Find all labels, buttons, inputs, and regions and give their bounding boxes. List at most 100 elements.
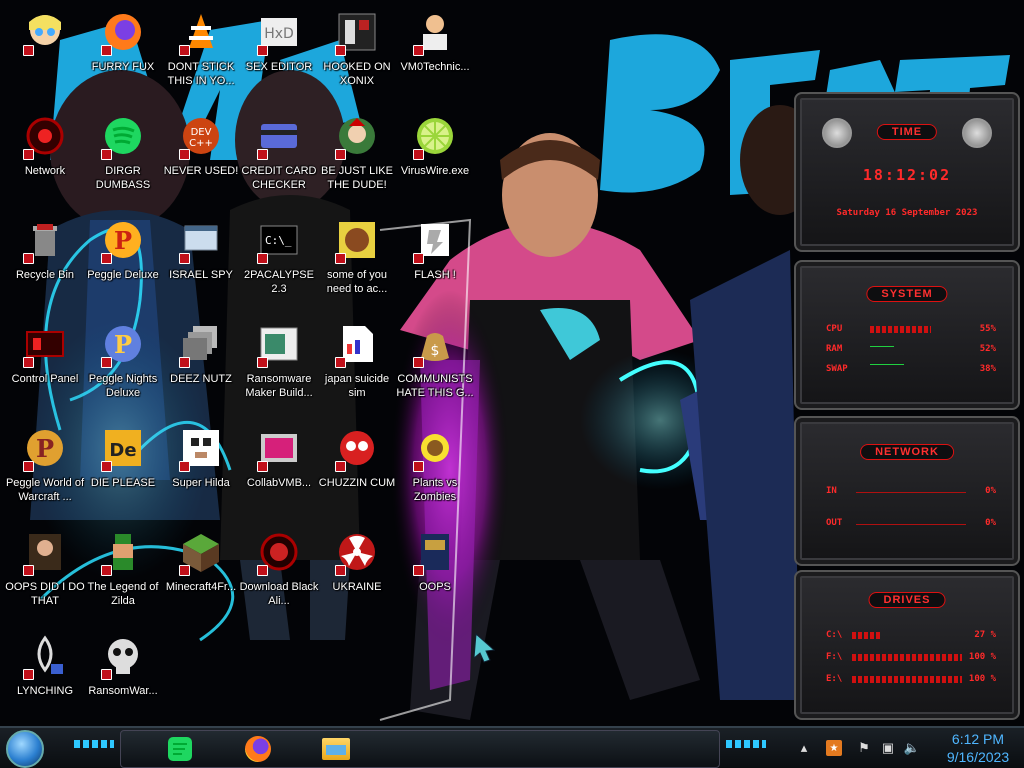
pinned-green-app-button[interactable] <box>160 730 200 768</box>
desktop-icon[interactable]: DEV C++ NEVER USED! <box>162 108 240 208</box>
drive-c-label: C:\ <box>826 630 843 640</box>
desktop-icon-label: NEVER USED! <box>163 165 239 177</box>
desktop-icon[interactable]: P Peggle Nights Deluxe <box>84 316 162 416</box>
desktop-icon[interactable]: Recycle Bin <box>6 212 84 312</box>
desktop-icon[interactable]: FLASH ! <box>396 212 474 312</box>
desktop-icon[interactable]: Control Panel <box>6 316 84 416</box>
beaver-icon <box>335 218 379 264</box>
desktop-icon-label: Ransomware Maker Build... <box>245 373 313 399</box>
desktop-icon[interactable]: japan suicide sim <box>318 316 396 416</box>
clock-time: 6:12 PM <box>951 731 1005 747</box>
desktop-icon[interactable]: CollabVMB... <box>240 420 318 520</box>
app-tray-icon[interactable]: ★ <box>826 740 842 756</box>
desktop-icon[interactable]: ISRAEL SPY <box>162 212 240 312</box>
drive-e-value: 100 % <box>968 674 996 684</box>
desktop-icon-label: Minecraft4Fr... <box>165 581 237 593</box>
shortcut-arrow-icon <box>179 253 190 264</box>
desktop-icon[interactable]: VirusWire.exe <box>396 108 474 208</box>
desktop-icon-label: The Legend of Zilda <box>87 581 159 607</box>
desktop-icon[interactable]: Plants vs Zombies <box>396 420 474 520</box>
desktop-icon[interactable]: P Peggle Deluxe <box>84 212 162 312</box>
shortcut-arrow-icon <box>179 149 190 160</box>
desktop-icon[interactable]: FURRY FUX <box>84 4 162 104</box>
desktop-icon[interactable]: Ransomware Maker Build... <box>240 316 318 416</box>
doctor-icon <box>413 10 457 56</box>
desktop-icon[interactable]: UKRAINE <box>318 524 396 624</box>
desktop-icon[interactable]: HOOKED ON XONIX <box>318 4 396 104</box>
show-hidden-icons-button[interactable]: ▴ <box>796 740 812 756</box>
net-in-graph <box>856 492 966 493</box>
spy-window-icon <box>179 218 223 264</box>
desktop-icon[interactable]: The Legend of Zilda <box>84 524 162 624</box>
network-orb-icon <box>23 114 67 160</box>
desktop-icon[interactable] <box>6 4 84 104</box>
desktop-icon[interactable]: DONT STICK THIS IN YO... <box>162 4 240 104</box>
ram-graph-line <box>870 346 894 347</box>
desktop-icon[interactable]: Minecraft4Fr... <box>162 524 240 624</box>
peggle-nights-icon: P <box>101 322 145 368</box>
desktop-icon[interactable]: Network <box>6 108 84 208</box>
lynching-icon <box>23 634 67 680</box>
desktop-icon-label: CollabVMB... <box>246 477 312 489</box>
zelda-sprite-icon <box>101 530 145 576</box>
desktop-icon[interactable]: some of you need to ac... <box>318 212 396 312</box>
desktop-icon[interactable]: HxD SEX EDITOR <box>240 4 318 104</box>
desktop-icon[interactable]: CHUZZIN CUM <box>318 420 396 520</box>
desktop-icon[interactable]: CREDIT CARD CHECKER <box>240 108 318 208</box>
shortcut-arrow-icon <box>413 45 424 56</box>
flag-icon[interactable]: ⚑ <box>856 740 872 756</box>
cpu-bar <box>870 326 931 333</box>
network-icon[interactable]: ▣ <box>880 740 896 756</box>
desktop-icon[interactable]: De DIE PLEASE <box>84 420 162 520</box>
desktop-icon-label: Recycle Bin <box>15 269 75 281</box>
svg-text:De: De <box>109 440 136 461</box>
desktop-icon[interactable]: VM0Technic... <box>396 4 474 104</box>
desktop-icon[interactable]: LYNCHING <box>6 628 84 728</box>
pinned-firefox-button[interactable] <box>238 730 278 768</box>
time-widget-title: TIME <box>876 124 938 140</box>
windows-stack-icon <box>179 322 223 368</box>
volume-icon[interactable]: 🔈 <box>904 740 920 756</box>
xonix-icon <box>335 10 379 56</box>
desktop-icon[interactable]: Download Black Ali... <box>240 524 318 624</box>
swap-graph-line <box>870 364 904 365</box>
terminal-icon: C:\_ <box>257 218 301 264</box>
shortcut-arrow-icon <box>335 357 346 368</box>
desktop-icon[interactable]: P Peggle World of Warcraft ... <box>6 420 84 520</box>
shortcut-arrow-icon <box>101 45 112 56</box>
shortcut-arrow-icon <box>23 357 34 368</box>
taskbar-clock[interactable]: 6:12 PM 9/16/2023 <box>940 730 1016 766</box>
net-in-label: IN <box>826 486 837 496</box>
desktop-icon[interactable]: OOPS DID I DO THAT <box>5 524 85 624</box>
clock-date: 9/16/2023 <box>946 749 1010 765</box>
desktop-icon[interactable]: RansomWar... <box>84 628 162 728</box>
skull-icon <box>101 634 145 680</box>
shortcut-arrow-icon <box>101 149 112 160</box>
desktop-icon[interactable]: $ COMMUNISTS HATE THIS G... <box>396 316 474 416</box>
pixel-dog-icon <box>179 426 223 472</box>
svg-text:C:\_: C:\_ <box>265 234 292 247</box>
dirgr-icon <box>101 114 145 160</box>
shortcut-arrow-icon <box>413 461 424 472</box>
pinned-file-explorer-button[interactable] <box>316 730 356 768</box>
ransomware-builder-icon <box>257 322 301 368</box>
start-button[interactable] <box>6 730 44 768</box>
net-out-label: OUT <box>826 518 843 528</box>
shortcut-arrow-icon <box>101 669 112 680</box>
shortcut-arrow-icon <box>101 461 112 472</box>
desktop-icon-label: SEX EDITOR <box>245 61 313 73</box>
shortcut-arrow-icon <box>101 565 112 576</box>
desktop-icon[interactable]: DEEZ NUTZ <box>162 316 240 416</box>
document-icon <box>335 322 379 368</box>
drives-widget-title: DRIVES <box>868 592 946 608</box>
shortcut-arrow-icon <box>179 357 190 368</box>
desktop-icon[interactable]: Super Hilda <box>162 420 240 520</box>
desktop-icon[interactable]: DIRGR DUMBASS <box>84 108 162 208</box>
alien-head-icon-left <box>822 118 852 148</box>
drive-f-label: F:\ <box>826 652 843 662</box>
desktop-icon[interactable]: OOPS <box>396 524 474 624</box>
svg-text:DEV: DEV <box>191 127 212 138</box>
desktop-icon[interactable]: BE JUST LIKE THE DUDE! <box>318 108 396 208</box>
shortcut-arrow-icon <box>179 565 190 576</box>
desktop-icon[interactable]: C:\_ 2PACALYPSE 2.3 <box>240 212 318 312</box>
